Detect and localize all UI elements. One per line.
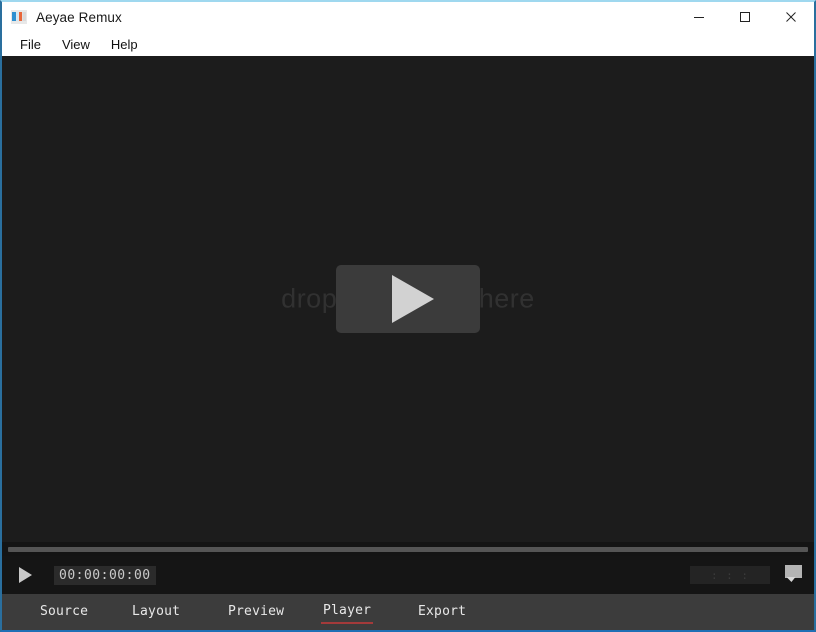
title-bar: Aeyae Remux bbox=[2, 2, 814, 32]
aux-timecode-display[interactable]: : : : bbox=[690, 566, 770, 584]
fullscreen-icon bbox=[785, 565, 802, 578]
minimize-icon bbox=[693, 11, 705, 23]
close-icon bbox=[785, 11, 797, 23]
transport-right-group: : : : bbox=[690, 556, 806, 594]
menu-item-file[interactable]: File bbox=[12, 35, 51, 54]
minimize-button[interactable] bbox=[676, 2, 722, 32]
window-controls bbox=[676, 2, 814, 32]
seek-slider[interactable] bbox=[8, 547, 808, 552]
application-window: Aeyae Remux File View Help bbox=[0, 0, 816, 632]
play-icon bbox=[392, 275, 434, 323]
maximize-button[interactable] bbox=[722, 2, 768, 32]
tab-preview[interactable]: Preview bbox=[226, 601, 286, 623]
tab-source[interactable]: Source bbox=[38, 601, 90, 623]
tab-layout[interactable]: Layout bbox=[130, 601, 182, 623]
app-logo-icon bbox=[11, 10, 27, 24]
play-icon bbox=[19, 567, 32, 583]
tab-player[interactable]: Player bbox=[321, 600, 373, 624]
timecode-display[interactable]: 00:00:00:00 bbox=[54, 566, 156, 585]
play-button[interactable] bbox=[8, 561, 42, 589]
tab-export[interactable]: Export bbox=[416, 601, 468, 623]
play-overlay-button[interactable] bbox=[336, 265, 480, 333]
menu-bar: File View Help bbox=[2, 32, 814, 56]
window-title: Aeyae Remux bbox=[36, 10, 122, 25]
fullscreen-button[interactable] bbox=[780, 564, 806, 586]
menu-item-help[interactable]: Help bbox=[103, 35, 148, 54]
transport-bar: 00:00:00:00 : : : bbox=[2, 556, 814, 594]
bottom-tab-bar: Source Layout Preview Player Export bbox=[2, 594, 814, 630]
maximize-icon bbox=[739, 11, 751, 23]
seek-bar-container bbox=[2, 542, 814, 556]
video-canvas[interactable]: drop video files here bbox=[2, 56, 814, 542]
menu-item-view[interactable]: View bbox=[54, 35, 100, 54]
close-button[interactable] bbox=[768, 2, 814, 32]
